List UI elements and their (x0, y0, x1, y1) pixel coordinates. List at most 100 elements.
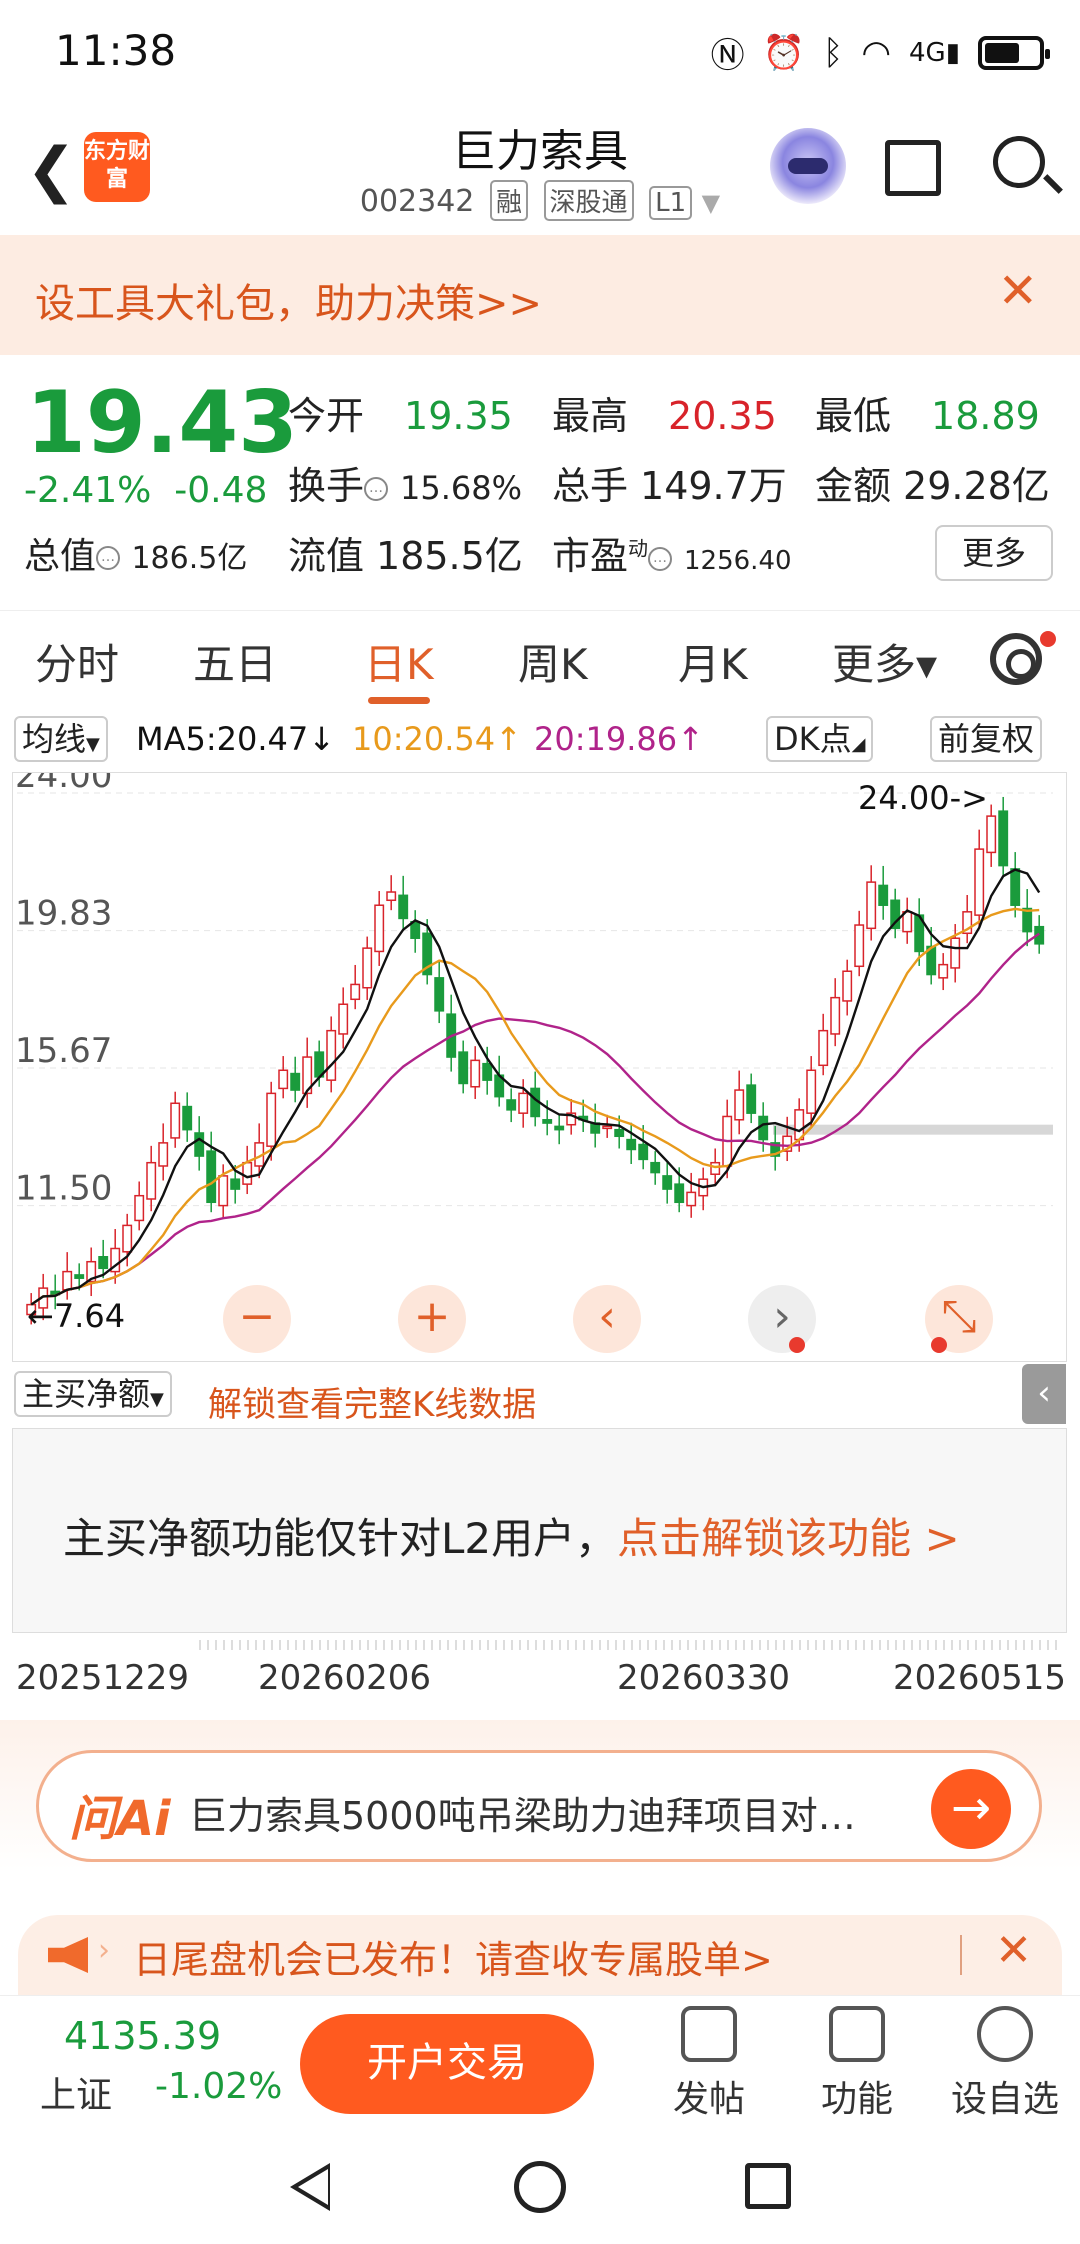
open-account-trade-button[interactable]: 开户交易 (300, 2014, 594, 2114)
ma-select[interactable]: 均线▼ (14, 716, 108, 762)
candle-body (950, 937, 961, 969)
pe-dynamic-mark: 动 (628, 536, 649, 561)
system-nav-bar (0, 2125, 1080, 2244)
price-change: -2.41% -0.48 (24, 470, 267, 511)
close-icon[interactable]: ✕ (998, 263, 1038, 319)
float-cap-label: 流值 (288, 534, 365, 578)
candle-body (398, 894, 409, 920)
open-cell: 今开 19.35 (288, 385, 513, 440)
info-icon[interactable]: … (648, 546, 673, 571)
tab-monthly-k[interactable]: 月K (678, 631, 748, 692)
battery-icon (978, 35, 1050, 70)
notification-dot (789, 1337, 805, 1353)
pe-cell: 市盈动… 1256.40 (552, 525, 792, 580)
tab-five-day[interactable]: 五日 (193, 631, 277, 692)
candle-body (830, 996, 841, 1035)
low-cell: 最低 18.89 (815, 385, 1040, 440)
ma-legend: 均线▼ MA5:20.47↓ 10:20.54↑ 20:19.86↑ DK点◢ … (0, 712, 1080, 768)
kline-chart[interactable]: 24.00 19.83 15.67 11.50 24.00-> ←7.64 − + ‹ ›… (12, 756, 1067, 1362)
index-change: -1.02% (155, 2066, 283, 2107)
chevron-right-icon: › (98, 1933, 110, 1968)
tab-daily-k[interactable]: 日K (364, 631, 434, 692)
kline-svg: 24.00 19.83 15.67 11.50 24.00-> ←7.64 (15, 756, 1053, 1335)
tab-more[interactable]: 更多▾ (832, 631, 937, 692)
megaphone-icon (48, 1937, 88, 1973)
unlock-kline-link[interactable]: 解锁查看完整K线数据 (208, 1377, 536, 1426)
zoom-in-button[interactable]: + (398, 1285, 466, 1353)
indicator-select-label: 主买净额 (22, 1375, 151, 1413)
candle-body (674, 1183, 685, 1204)
scroll-right-button[interactable]: › (748, 1285, 816, 1353)
candle-body (842, 970, 853, 1002)
collapse-panel-icon[interactable]: ‹ (1022, 1364, 1066, 1424)
date-tick: 20260330 (617, 1658, 791, 1698)
notice-text: 日尾盘机会已发布！请查收专属股单> (133, 1938, 773, 1982)
bottom-bar: 4135.39 上证 -1.02% 开户交易 发帖 功能 设自选 (0, 1995, 1080, 2125)
ai-robot-icon[interactable] (770, 128, 846, 204)
wifi-icon: ◠ (861, 32, 891, 73)
tab-intraday[interactable]: 分时 (35, 631, 119, 692)
search-icon[interactable] (993, 136, 1045, 188)
nav-home-icon[interactable] (514, 2161, 566, 2213)
chart-tabs: 分时 五日 日K 周K 月K 更多▾ (0, 610, 1080, 710)
info-icon[interactable]: … (96, 546, 121, 570)
more-button[interactable]: 更多 (935, 525, 1053, 581)
add-watchlist-label: 设自选 (950, 2079, 1059, 2120)
info-icon[interactable]: … (364, 476, 389, 501)
caret-down-icon: ▼ (150, 1389, 164, 1410)
candle-body (326, 1029, 337, 1081)
features-button[interactable]: 功能 (802, 2006, 912, 2122)
share-icon[interactable] (885, 140, 941, 196)
alarm-icon: ⏰ (762, 32, 805, 73)
candle-body (866, 881, 877, 930)
market-cap-label: 总值 (24, 536, 97, 577)
indicator-bar: 主买净额▼ 解锁查看完整K线数据 (0, 1365, 1080, 1425)
turnover-value: 15.68% (400, 469, 523, 507)
volume-cell: 总手 149.7万 (552, 455, 787, 510)
promo-banner[interactable]: 设工具大礼包，助力决策>> ✕ (0, 235, 1080, 355)
zoom-out-button[interactable]: − (223, 1285, 291, 1353)
candle-body (386, 891, 397, 902)
high-cell: 最高 20.35 (552, 385, 777, 440)
candle-body (290, 1072, 301, 1091)
ask-ai-logo: 问Ai (69, 1791, 171, 1847)
candle-body (434, 977, 445, 1012)
resistance-band (773, 1124, 1053, 1135)
status-bar: 11:38 Ⓝ ⏰ ᛒ ◠ 4G▮ (0, 0, 1080, 100)
last-price: 19.43 (26, 373, 299, 473)
tab-weekly-k[interactable]: 周K (518, 631, 588, 692)
indicator-select[interactable]: 主买净额▼ (14, 1371, 172, 1417)
ask-ai-bar[interactable]: 问Ai 巨力索具5000吨吊梁助力迪拜项目对… → (36, 1750, 1042, 1862)
scroll-left-button[interactable]: ‹ (573, 1285, 641, 1353)
date-ticks (199, 1640, 1057, 1650)
close-icon[interactable]: ✕ (995, 1925, 1032, 1976)
open-label: 今开 (288, 394, 365, 438)
candle-body (878, 884, 889, 906)
pe-value: 1256.40 (684, 546, 792, 576)
add-watchlist-button[interactable]: 设自选 (950, 2006, 1060, 2122)
nav-recents-icon[interactable] (745, 2163, 791, 2209)
candle-body (62, 1270, 73, 1291)
dk-point-button[interactable]: DK点◢ (766, 716, 874, 762)
pe-label: 市盈 (552, 534, 629, 578)
notice-bar[interactable]: › 日尾盘机会已发布！请查收专属股单> ✕ (18, 1915, 1062, 1995)
float-cap-value: 185.5亿 (376, 534, 523, 578)
post-label: 发帖 (672, 2079, 745, 2120)
grid-icon (829, 2006, 885, 2062)
amount-value: 29.28亿 (903, 464, 1050, 508)
candle-body (98, 1256, 109, 1270)
price-adjust-button[interactable]: 前复权 (930, 716, 1043, 762)
connect-tag: 深股通 (543, 180, 634, 221)
gear-icon[interactable] (990, 633, 1042, 685)
amount-cell: 金额 29.28亿 (815, 455, 1050, 510)
candle-body (518, 1092, 529, 1114)
arrow-right-icon[interactable]: → (931, 1769, 1011, 1849)
nav-back-icon[interactable] (290, 2163, 330, 2211)
dk-label: DK点 (774, 720, 852, 758)
y-tick-label: 15.67 (15, 1031, 112, 1071)
ask-ai-text: 巨力索具5000吨吊梁助力迪拜项目对… (189, 1794, 856, 1838)
candle-body (158, 1142, 169, 1167)
candle-body (1010, 868, 1021, 906)
post-button[interactable]: 发帖 (654, 2006, 764, 2122)
unlock-feature-link[interactable]: 点击解锁该功能 > (617, 1514, 960, 1563)
